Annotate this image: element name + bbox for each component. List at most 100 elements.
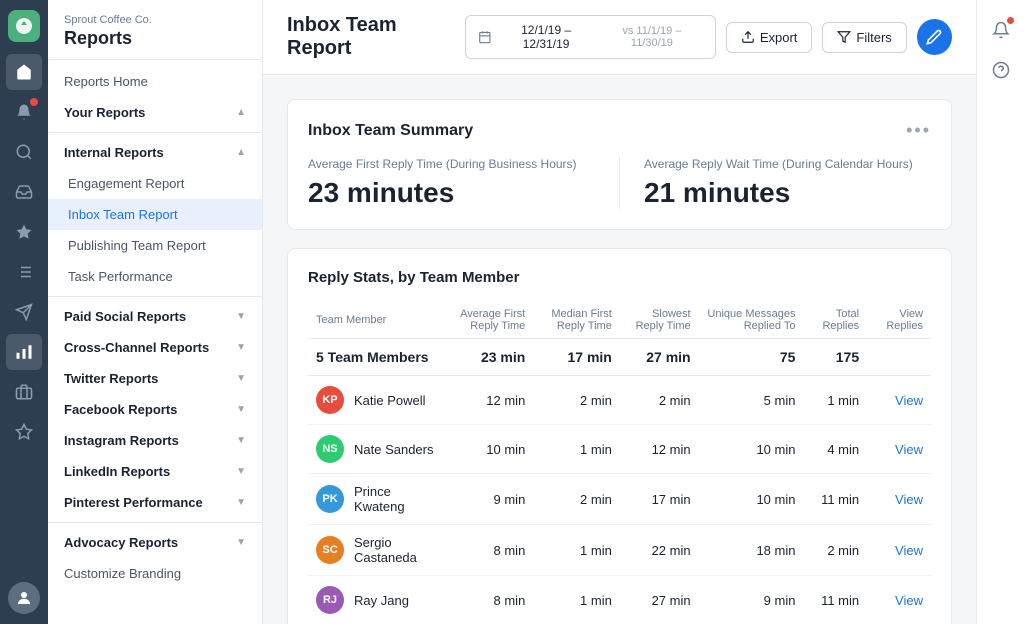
chevron-down-icon-3: ▼ <box>236 373 246 384</box>
metric1-value: 23 minutes <box>308 177 595 209</box>
analytics-icon[interactable] <box>6 334 42 370</box>
member-name-0: Katie Powell <box>354 393 426 408</box>
summary-card-title: Inbox Team Summary <box>308 122 473 140</box>
avatar-3: SC <box>316 536 344 564</box>
slowest-4: 27 min <box>620 576 699 624</box>
briefcase-icon[interactable] <box>6 374 42 410</box>
pin-icon[interactable] <box>6 214 42 250</box>
view-link-1[interactable]: View <box>867 425 931 474</box>
sidebar-item-pinterest[interactable]: Pinterest Performance ▼ <box>48 487 262 518</box>
top-bar-actions: 12/1/19 – 12/31/19 vs 11/1/19 – 11/30/19… <box>465 15 952 59</box>
date-range-value: 12/1/19 – 12/31/19 <box>497 23 595 51</box>
total-1: 4 min <box>803 425 867 474</box>
more-options-button[interactable]: ••• <box>906 120 931 141</box>
reply-stats-card: Reply Stats, by Team Member Team Member … <box>287 248 952 624</box>
summary-total: 175 <box>803 339 867 376</box>
icon-sidebar <box>0 0 48 624</box>
notifications-icon[interactable] <box>6 94 42 130</box>
page-title: Inbox Team Report <box>287 14 465 60</box>
sidebar-item-customize-branding[interactable]: Customize Branding <box>48 558 262 589</box>
chevron-down-icon-7: ▼ <box>236 497 246 508</box>
table-row: SC Sergio Castaneda 8 min 1 min 22 min 1… <box>308 525 931 576</box>
sidebar-item-paid-social[interactable]: Paid Social Reports ▼ <box>48 301 262 332</box>
home-icon[interactable] <box>6 54 42 90</box>
median-first-1: 1 min <box>533 425 620 474</box>
sidebar-item-facebook[interactable]: Facebook Reports ▼ <box>48 394 262 425</box>
sidebar-item-advocacy[interactable]: Advocacy Reports ▼ <box>48 527 262 558</box>
compose-icon[interactable] <box>6 254 42 290</box>
table-row: KP Katie Powell 12 min 2 min 2 min 5 min… <box>308 376 931 425</box>
sidebar-item-instagram[interactable]: Instagram Reports ▼ <box>48 425 262 456</box>
view-link-3[interactable]: View <box>867 525 931 576</box>
sidebar-item-publishing-team-report[interactable]: Publishing Team Report <box>48 230 262 261</box>
metric-avg-wait-time: Average Reply Wait Time (During Calendar… <box>619 157 931 209</box>
user-avatar[interactable] <box>8 582 40 614</box>
sidebar-item-internal-reports[interactable]: Internal Reports ▲ <box>48 137 262 168</box>
summary-label: 5 Team Members <box>308 339 442 376</box>
col-header-total: Total Replies <box>803 302 867 339</box>
summary-unique: 75 <box>699 339 804 376</box>
main-content: Inbox Team Report 12/1/19 – 12/31/19 vs … <box>263 0 976 624</box>
star-icon[interactable] <box>6 414 42 450</box>
chevron-up-icon: ▲ <box>236 107 246 118</box>
sidebar-item-engagement-report[interactable]: Engagement Report <box>48 168 262 199</box>
search-icon[interactable] <box>6 134 42 170</box>
slowest-1: 12 min <box>620 425 699 474</box>
chevron-down-icon-2: ▼ <box>236 342 246 353</box>
summary-card-header: Inbox Team Summary ••• <box>308 120 931 141</box>
member-name-1: Nate Sanders <box>354 442 434 457</box>
member-cell-3: SC Sergio Castaneda <box>308 525 442 576</box>
median-first-2: 2 min <box>533 474 620 525</box>
avg-first-3: 8 min <box>442 525 533 576</box>
metric-avg-first-reply: Average First Reply Time (During Busines… <box>308 157 619 209</box>
col-header-avg-first: Average First Reply Time <box>442 302 533 339</box>
table-row: NS Nate Sanders 10 min 1 min 12 min 10 m… <box>308 425 931 474</box>
date-range-picker[interactable]: 12/1/19 – 12/31/19 vs 11/1/19 – 11/30/19 <box>465 15 716 59</box>
sidebar-item-reports-home[interactable]: Reports Home <box>48 66 262 97</box>
right-notif-dot <box>1007 17 1014 24</box>
content-area: Inbox Team Summary ••• Average First Rep… <box>263 75 976 624</box>
member-name-3: Sergio Castaneda <box>354 535 434 565</box>
send-icon[interactable] <box>6 294 42 330</box>
view-link-0[interactable]: View <box>867 376 931 425</box>
filters-button[interactable]: Filters <box>822 22 906 53</box>
summary-card: Inbox Team Summary ••• Average First Rep… <box>287 99 952 230</box>
view-link-2[interactable]: View <box>867 474 931 525</box>
nav-section-top: Reports Home Your Reports ▲ Internal Rep… <box>48 60 262 595</box>
col-header-slowest: Slowest Reply Time <box>620 302 699 339</box>
inbox-icon[interactable] <box>6 174 42 210</box>
unique-2: 10 min <box>699 474 804 525</box>
right-help-icon[interactable] <box>983 52 1019 88</box>
right-notifications-icon[interactable] <box>983 12 1019 48</box>
metric1-label: Average First Reply Time (During Busines… <box>308 157 595 171</box>
unique-1: 10 min <box>699 425 804 474</box>
sidebar-item-linkedin[interactable]: LinkedIn Reports ▼ <box>48 456 262 487</box>
unique-3: 18 min <box>699 525 804 576</box>
sidebar-item-task-performance[interactable]: Task Performance <box>48 261 262 292</box>
chevron-up-icon-2: ▲ <box>236 147 246 158</box>
table-row: PK Prince Kwateng 9 min 2 min 17 min 10 … <box>308 474 931 525</box>
view-link-4[interactable]: View <box>867 576 931 624</box>
summary-slowest: 27 min <box>620 339 699 376</box>
metric2-label: Average Reply Wait Time (During Calendar… <box>644 157 931 171</box>
export-button[interactable]: Export <box>726 22 813 53</box>
nav-sidebar: Sprout Coffee Co. Reports Reports Home Y… <box>48 0 263 624</box>
member-cell-4: RJ Ray Jang <box>308 576 442 624</box>
col-header-view: View Replies <box>867 302 931 339</box>
sidebar-item-inbox-team-report[interactable]: Inbox Team Report <box>48 199 262 230</box>
col-header-member: Team Member <box>308 302 442 339</box>
sidebar-item-cross-channel[interactable]: Cross-Channel Reports ▼ <box>48 332 262 363</box>
chevron-down-icon-6: ▼ <box>236 466 246 477</box>
member-cell-1: NS Nate Sanders <box>308 425 442 474</box>
chevron-down-icon-1: ▼ <box>236 311 246 322</box>
chevron-down-icon-8: ▼ <box>236 537 246 548</box>
avatar-2: PK <box>316 485 344 513</box>
total-4: 11 min <box>803 576 867 624</box>
sidebar-item-your-reports[interactable]: Your Reports ▲ <box>48 97 262 128</box>
sidebar-item-twitter[interactable]: Twitter Reports ▼ <box>48 363 262 394</box>
median-first-4: 1 min <box>533 576 620 624</box>
chevron-down-icon-5: ▼ <box>236 435 246 446</box>
table-title: Reply Stats, by Team Member <box>308 269 931 286</box>
slowest-3: 22 min <box>620 525 699 576</box>
create-button[interactable] <box>917 19 952 55</box>
